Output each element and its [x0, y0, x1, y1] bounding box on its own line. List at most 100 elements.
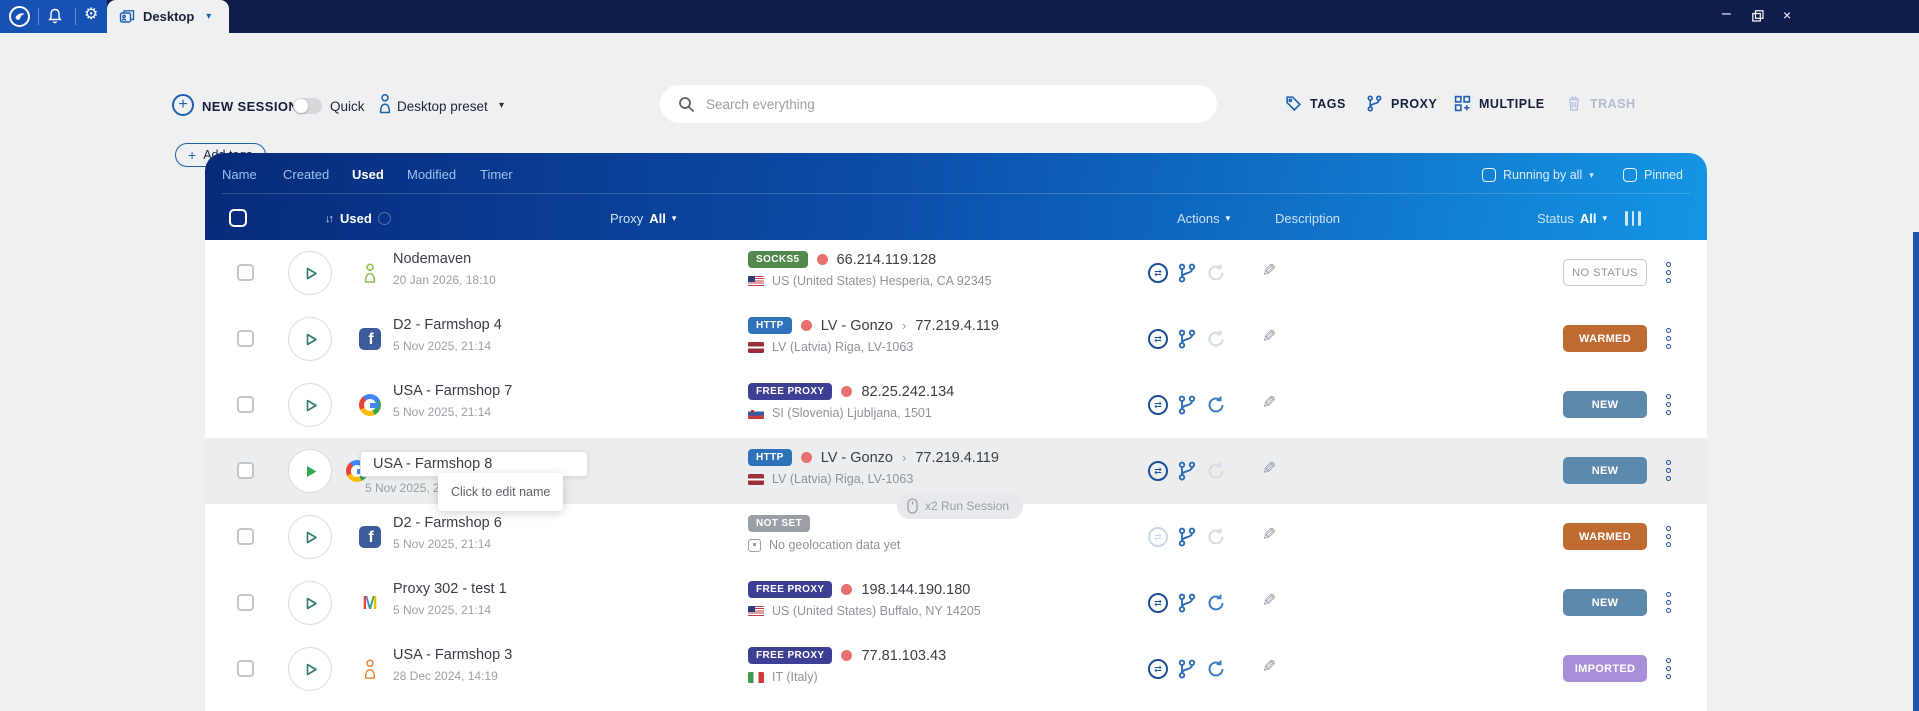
edit-description-icon[interactable]: ✎	[1262, 393, 1276, 413]
running-checkbox[interactable]	[1482, 168, 1496, 182]
tab-desktop[interactable]: Desktop ▾	[107, 0, 229, 33]
status-badge[interactable]: NO STATUS	[1563, 259, 1647, 286]
session-name[interactable]: Proxy 302 - test 1	[393, 581, 507, 597]
column-status[interactable]: Status All ▾	[1537, 211, 1607, 226]
chevron-down-icon[interactable]: ▾	[206, 11, 211, 22]
edit-description-icon[interactable]: ✎	[1262, 459, 1276, 479]
column-actions[interactable]: Actions ▾	[1177, 211, 1230, 226]
edit-description-icon[interactable]: ✎	[1262, 261, 1276, 281]
pinned-filter[interactable]: Pinned	[1623, 168, 1683, 182]
status-badge[interactable]: NEW	[1563, 589, 1647, 616]
transfer-icon[interactable]: ⇄	[1148, 659, 1168, 679]
select-all-checkbox[interactable]	[229, 209, 247, 227]
tags-button[interactable]: TAGS	[1285, 95, 1346, 112]
session-name[interactable]: Nodemaven	[393, 251, 471, 267]
pinned-checkbox[interactable]	[1623, 168, 1637, 182]
transfer-icon[interactable]: ⇄	[1148, 329, 1168, 349]
table-row[interactable]: USA - Farmshop 3 28 Dec 2024, 14:19 FREE…	[205, 636, 1707, 702]
sort-icon[interactable]: ↓↑	[325, 213, 332, 225]
play-button[interactable]	[288, 647, 332, 691]
search-input[interactable]	[706, 97, 1217, 112]
refresh-icon[interactable]	[1206, 527, 1226, 547]
row-checkbox[interactable]	[237, 660, 254, 677]
play-button[interactable]	[288, 383, 332, 427]
table-row[interactable]: D2 - Farmshop 4 5 Nov 2025, 21:14 HTTP L…	[205, 306, 1707, 372]
play-button[interactable]	[288, 251, 332, 295]
status-badge[interactable]: WARMED	[1563, 325, 1647, 352]
table-row[interactable]: USA - Farmshop 7 5 Nov 2025, 21:14 FREE …	[205, 372, 1707, 438]
session-name[interactable]: D2 - Farmshop 4	[393, 317, 502, 333]
tab-modified[interactable]: Modified	[407, 167, 456, 182]
column-proxy[interactable]: Proxy All ▾	[610, 211, 676, 226]
columns-settings-icon[interactable]	[1625, 211, 1641, 226]
play-button[interactable]	[288, 317, 332, 361]
transfer-icon[interactable]: ⇄	[1148, 593, 1168, 613]
table-row[interactable]: M Proxy 302 - test 1 5 Nov 2025, 21:14 F…	[205, 570, 1707, 636]
session-name[interactable]: USA - Farmshop 3	[393, 647, 512, 663]
row-menu-icon[interactable]	[1666, 526, 1671, 547]
row-menu-icon[interactable]	[1666, 394, 1671, 415]
tab-timer[interactable]: Timer	[480, 167, 513, 182]
status-badge[interactable]: NEW	[1563, 457, 1647, 484]
notifications-bell-icon[interactable]	[47, 7, 63, 25]
row-checkbox[interactable]	[237, 594, 254, 611]
row-menu-icon[interactable]	[1666, 592, 1671, 613]
status-badge[interactable]: IMPORTED	[1563, 655, 1647, 682]
proxy-chain-icon[interactable]	[1177, 593, 1197, 613]
status-badge[interactable]: WARMED	[1563, 523, 1647, 550]
proxy-chain-icon[interactable]	[1177, 329, 1197, 349]
refresh-icon[interactable]	[1206, 263, 1226, 283]
status-badge[interactable]: NEW	[1563, 391, 1647, 418]
maximize-button[interactable]	[1752, 9, 1764, 27]
edit-description-icon[interactable]: ✎	[1262, 327, 1276, 347]
chevron-down-icon[interactable]: ▾	[672, 213, 677, 224]
preset-dropdown[interactable]: Desktop preset	[397, 99, 488, 114]
trash-button[interactable]: TRASH	[1566, 95, 1636, 112]
proxy-chain-icon[interactable]	[1177, 461, 1197, 481]
new-session-label[interactable]: NEW SESSION	[202, 99, 298, 114]
play-button[interactable]	[288, 449, 332, 493]
chevron-down-icon[interactable]: ▾	[499, 100, 504, 111]
tab-created[interactable]: Created	[283, 167, 329, 182]
refresh-icon[interactable]	[1206, 329, 1226, 349]
transfer-icon[interactable]: ⇄	[1148, 527, 1168, 547]
row-menu-icon[interactable]	[1666, 262, 1671, 283]
proxy-button[interactable]: PROXY	[1366, 95, 1437, 112]
chevron-down-icon[interactable]: ▾	[1226, 213, 1231, 224]
row-checkbox[interactable]	[237, 528, 254, 545]
row-menu-icon[interactable]	[1666, 460, 1671, 481]
row-checkbox[interactable]	[237, 462, 254, 479]
play-button[interactable]	[288, 515, 332, 559]
running-by-all-filter[interactable]: Running by all ▾	[1482, 168, 1594, 182]
transfer-icon[interactable]: ⇄	[1148, 461, 1168, 481]
play-button[interactable]	[288, 581, 332, 625]
new-session-button[interactable]: +	[172, 94, 194, 116]
minimize-button[interactable]: –	[1722, 5, 1731, 23]
row-menu-icon[interactable]	[1666, 658, 1671, 679]
column-used[interactable]: ↓↑ Used	[325, 211, 391, 226]
edit-description-icon[interactable]: ✎	[1262, 591, 1276, 611]
transfer-icon[interactable]: ⇄	[1148, 263, 1168, 283]
row-checkbox[interactable]	[237, 396, 254, 413]
multiple-button[interactable]: MULTIPLE	[1454, 95, 1545, 112]
proxy-chain-icon[interactable]	[1177, 263, 1197, 283]
refresh-icon[interactable]	[1206, 395, 1226, 415]
refresh-icon[interactable]	[1206, 593, 1226, 613]
refresh-icon[interactable]	[1206, 461, 1226, 481]
tab-used[interactable]: Used	[352, 167, 384, 182]
app-logo-icon[interactable]	[9, 6, 30, 27]
session-name[interactable]: USA - Farmshop 7	[393, 383, 512, 399]
row-menu-icon[interactable]	[1666, 328, 1671, 349]
proxy-chain-icon[interactable]	[1177, 527, 1197, 547]
edit-description-icon[interactable]: ✎	[1262, 525, 1276, 545]
vertical-scrollbar[interactable]	[1913, 232, 1919, 711]
session-name[interactable]: D2 - Farmshop 6	[393, 515, 502, 531]
proxy-chain-icon[interactable]	[1177, 395, 1197, 415]
row-checkbox[interactable]	[237, 330, 254, 347]
refresh-icon[interactable]	[1206, 659, 1226, 679]
transfer-icon[interactable]: ⇄	[1148, 395, 1168, 415]
settings-gear-icon[interactable]: ⚙	[84, 7, 98, 23]
chevron-down-icon[interactable]: ▾	[1589, 170, 1594, 181]
edit-description-icon[interactable]: ✎	[1262, 657, 1276, 677]
quick-toggle[interactable]	[293, 98, 322, 114]
